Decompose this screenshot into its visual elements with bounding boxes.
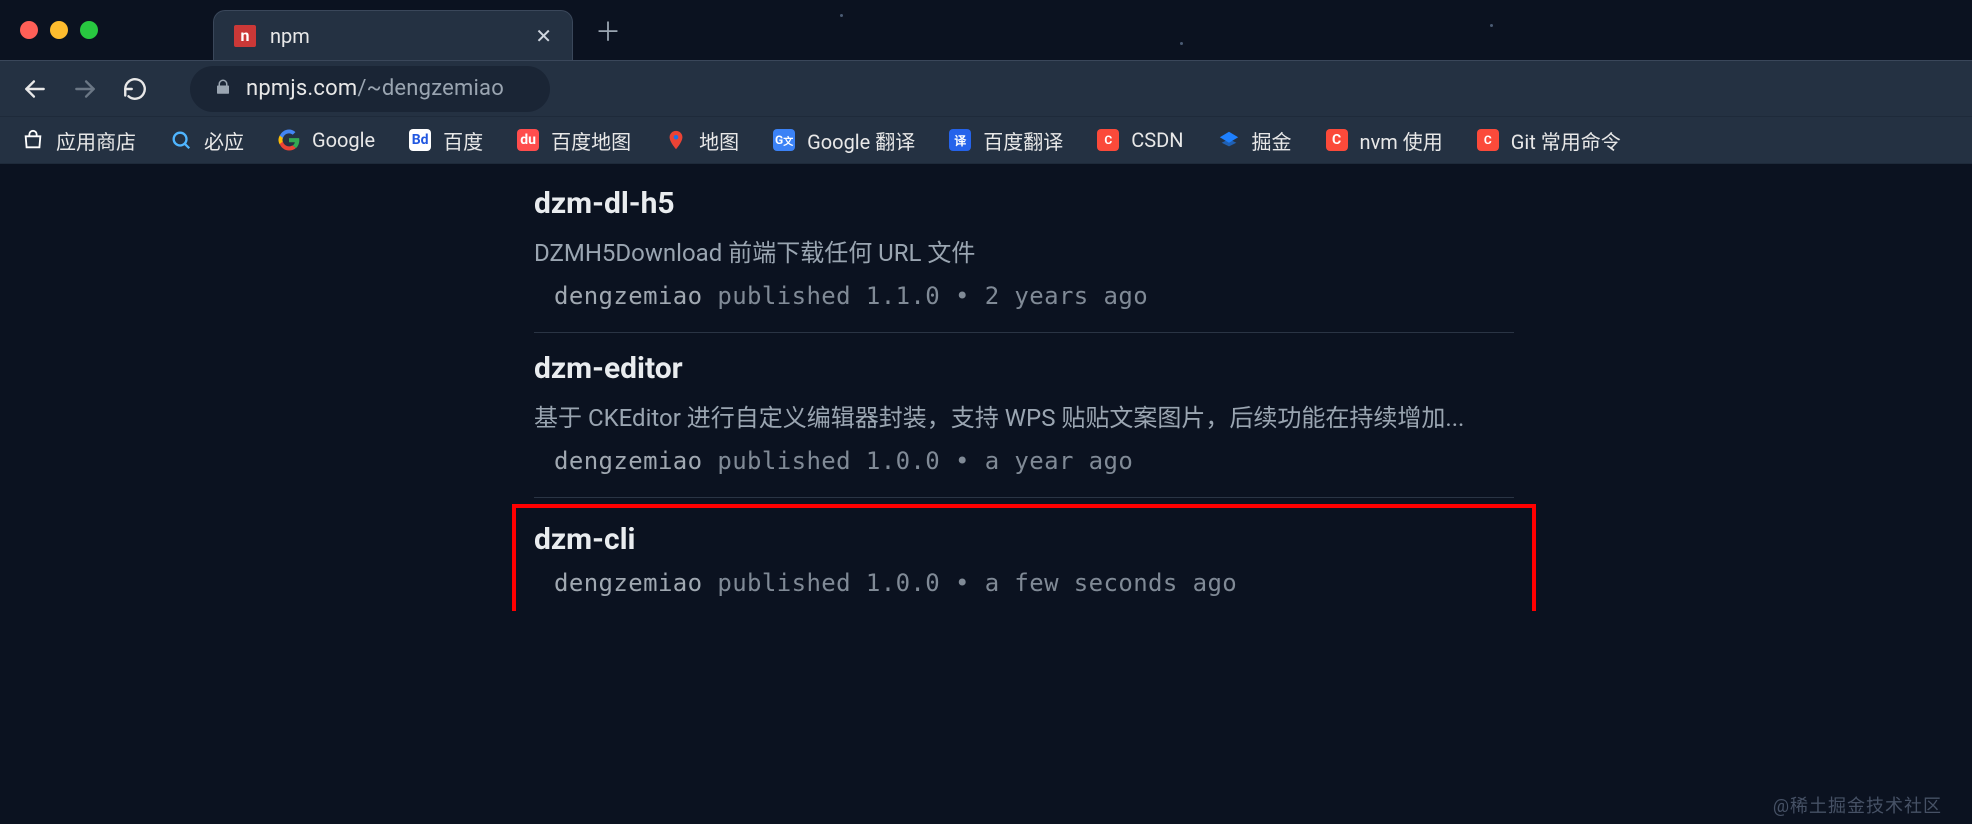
git-icon: C — [1477, 129, 1499, 151]
bookmark-bing[interactable]: 必应 — [170, 126, 244, 155]
package-author-link[interactable]: dengzemiao — [554, 447, 703, 475]
google-icon — [278, 129, 300, 151]
watermark-text: @稀土掘金技术社区 — [1773, 792, 1942, 818]
window-controls — [20, 21, 98, 39]
bookmark-ditu[interactable]: 地图 — [665, 126, 739, 155]
ditu-icon — [665, 129, 687, 151]
url-text: npmjs.com/~dengzemiao — [246, 76, 504, 101]
browser-tabstrip: n npm ✕ ＋ — [0, 0, 1972, 60]
package-meta: dengzemiao published 1.0.0 • a few secon… — [534, 569, 1514, 597]
address-bar[interactable]: npmjs.com/~dengzemiao — [190, 66, 550, 112]
bookmark-git[interactable]: C Git 常用命令 — [1477, 126, 1621, 155]
meta-separator: • — [955, 282, 970, 310]
bookmark-label: Git 常用命令 — [1511, 126, 1621, 155]
back-button[interactable] — [22, 76, 48, 102]
c-icon: C — [1326, 129, 1348, 151]
bookmark-label: 百度 — [443, 126, 483, 155]
package-author-link[interactable]: dengzemiao — [554, 569, 703, 597]
tab-title: npm — [270, 24, 521, 48]
bookmark-baidu-map[interactable]: du 百度地图 — [517, 126, 631, 155]
package-time: a year ago — [985, 447, 1134, 475]
page-content: dzm-dl-h5 DZMH5Download 前端下载任何 URL 文件 deng… — [0, 164, 1972, 824]
baidu-icon: Bd — [409, 129, 431, 151]
package-name-link[interactable]: dzm-dl-h5 — [534, 186, 1514, 221]
bookmark-label: 地图 — [699, 126, 739, 155]
bookmark-label: Google 翻译 — [807, 126, 915, 155]
bookmark-label: nvm 使用 — [1360, 126, 1443, 155]
forward-button[interactable] — [72, 76, 98, 102]
gtrans-icon: G文 — [773, 129, 795, 151]
package-name-link[interactable]: dzm-cli — [534, 522, 1514, 557]
bookmark-label: 掘金 — [1252, 126, 1292, 155]
package-item-dzm-cli: dzm-cli dengzemiao published 1.0.0 • a fe… — [512, 504, 1536, 611]
browser-tab[interactable]: n npm ✕ — [213, 10, 573, 60]
package-version: 1.1.0 — [866, 282, 940, 310]
window-close-button[interactable] — [20, 21, 38, 39]
package-version: 1.0.0 — [866, 447, 940, 475]
bing-icon — [170, 129, 192, 151]
package-version: 1.0.0 — [866, 569, 940, 597]
bookmark-app-store[interactable]: 应用商店 — [22, 126, 136, 155]
published-word: published — [717, 282, 851, 310]
package-item-dzm-dl-h5: dzm-dl-h5 DZMH5Download 前端下载任何 URL 文件 deng… — [534, 168, 1514, 333]
bookmark-label: 必应 — [204, 126, 244, 155]
package-author-link[interactable]: dengzemiao — [554, 282, 703, 310]
juejin-icon — [1218, 129, 1240, 151]
bookmark-juejin[interactable]: 掘金 — [1218, 126, 1292, 155]
bookmark-baidu-translate[interactable]: 译百度翻译 — [949, 126, 1063, 155]
window-zoom-button[interactable] — [80, 21, 98, 39]
package-meta: dengzemiao published 1.1.0 • 2 years ago — [534, 282, 1514, 310]
reload-button[interactable] — [122, 76, 148, 102]
browser-toolbar: npmjs.com/~dengzemiao — [0, 60, 1972, 116]
bdmap-icon: du — [517, 129, 539, 151]
package-description: 基于 CKEditor 进行自定义编辑器封装，支持 WPS 贴贴文案图片，后续功… — [534, 398, 1514, 433]
package-meta: dengzemiao published 1.0.0 • a year ago — [534, 447, 1514, 475]
reload-icon — [122, 76, 148, 102]
package-name-link[interactable]: dzm-editor — [534, 351, 1514, 386]
store-icon — [22, 129, 44, 151]
package-item-dzm-editor: dzm-editor 基于 CKEditor 进行自定义编辑器封装，支持 WPS … — [534, 333, 1514, 498]
package-description: DZMH5Download 前端下载任何 URL 文件 — [534, 233, 1514, 268]
arrow-left-icon — [22, 76, 48, 102]
package-time: a few seconds ago — [985, 569, 1237, 597]
close-tab-button[interactable]: ✕ — [535, 24, 552, 48]
csdn-icon: C — [1097, 129, 1119, 151]
published-word: published — [717, 447, 851, 475]
npm-favicon-icon: n — [234, 25, 256, 47]
new-tab-button[interactable]: ＋ — [595, 12, 621, 49]
bookmark-label: 百度地图 — [551, 126, 631, 155]
url-path: /~dengzemiao — [357, 76, 504, 101]
bookmark-label: Google — [312, 128, 375, 152]
package-list: dzm-dl-h5 DZMH5Download 前端下载任何 URL 文件 deng… — [534, 168, 1514, 611]
url-host: npmjs.com — [246, 76, 357, 101]
arrow-right-icon — [72, 76, 98, 102]
bookmark-baidu[interactable]: Bd 百度 — [409, 126, 483, 155]
window-minimize-button[interactable] — [50, 21, 68, 39]
meta-separator: • — [955, 447, 970, 475]
package-time: 2 years ago — [985, 282, 1148, 310]
bookmark-label: CSDN — [1131, 128, 1183, 152]
bookmark-google[interactable]: Google — [278, 128, 375, 152]
bookmark-nvm[interactable]: Cnvm 使用 — [1326, 126, 1443, 155]
bdtrans-icon: 译 — [949, 129, 971, 151]
bookmark-label: 应用商店 — [56, 126, 136, 155]
bookmarks-bar: 应用商店 必应 Google Bd 百度 du 百度地图 地图 G文 Google 翻译 译百度翻译… — [0, 116, 1972, 164]
lock-icon — [214, 78, 232, 100]
published-word: published — [717, 569, 851, 597]
meta-separator: • — [955, 569, 970, 597]
bookmark-label: 百度翻译 — [983, 126, 1063, 155]
bookmark-csdn[interactable]: C CSDN — [1097, 128, 1183, 152]
bookmark-google-translate[interactable]: G文 Google 翻译 — [773, 126, 915, 155]
